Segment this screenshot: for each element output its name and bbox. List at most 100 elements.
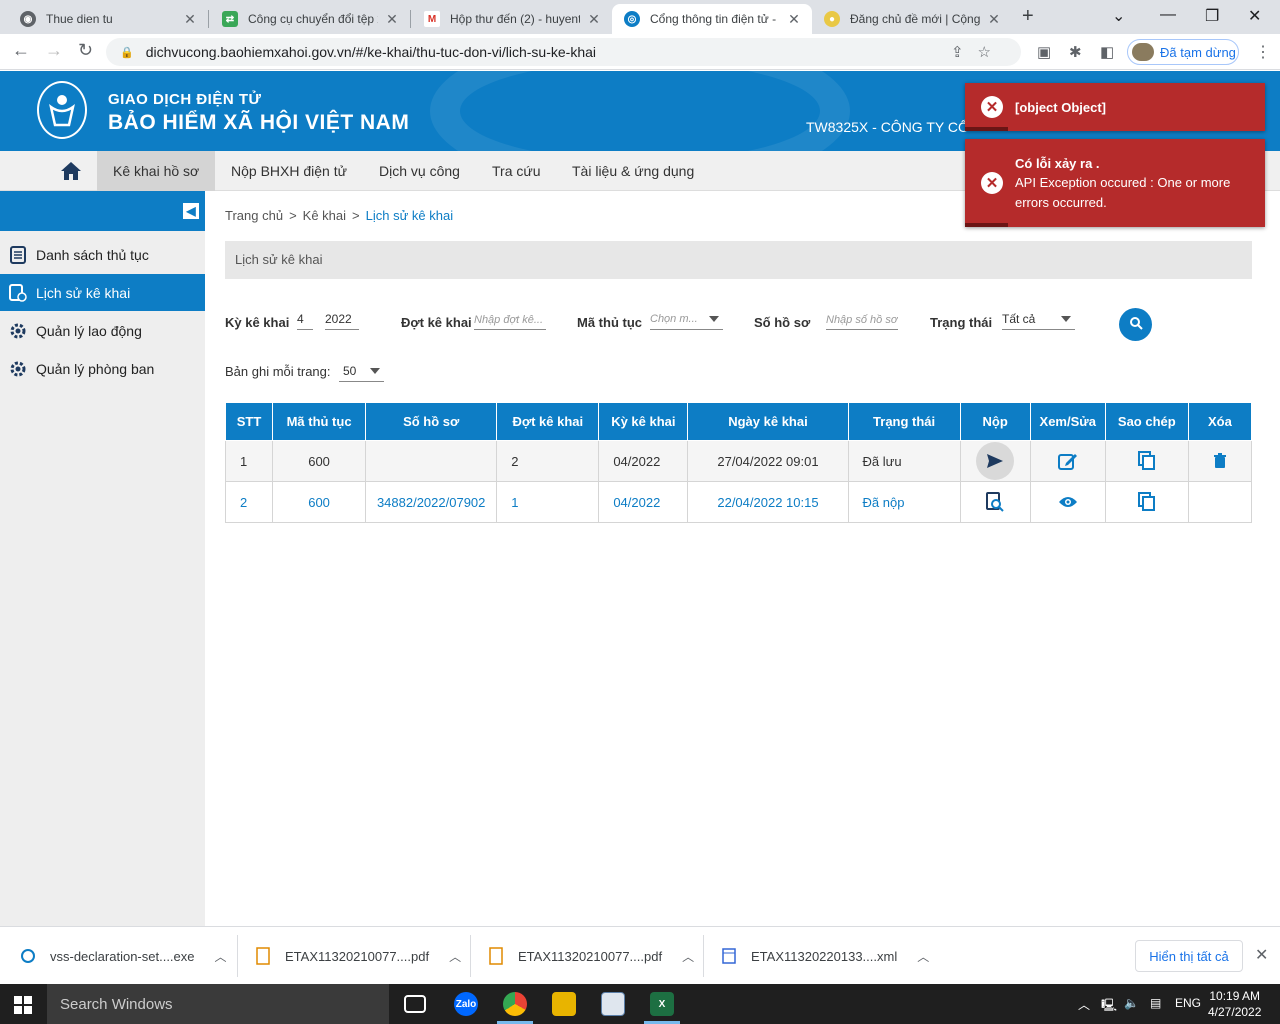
puzzle-extensions-icon[interactable]: ✱ (1069, 43, 1082, 61)
cell-so-ho-so (365, 440, 498, 482)
ky-year-input[interactable] (325, 308, 359, 330)
file-explorer-icon[interactable] (552, 992, 576, 1016)
forward-icon[interactable]: → (45, 40, 63, 61)
eye-icon[interactable] (1049, 483, 1087, 521)
excel-icon[interactable]: X (650, 992, 674, 1016)
browser-tab[interactable]: ⇄ Công cụ chuyển đổi tệp x ✕ (210, 4, 410, 34)
search-button[interactable] (1119, 308, 1152, 341)
per-page-select[interactable]: 50 (339, 360, 384, 382)
taskbar-search[interactable]: Search Windows (47, 984, 389, 1024)
language-indicator[interactable]: ENG (1175, 996, 1201, 1010)
col-trang-thai[interactable]: Trạng thái (847, 402, 961, 441)
close-window-icon[interactable]: ✕ (1248, 6, 1261, 26)
sidebar-item-danh-sach-thu-tuc[interactable]: Danh sách thủ tục (0, 236, 205, 273)
reload-icon[interactable]: ↻ (78, 40, 93, 61)
chevron-up-icon[interactable]: ︿ (449, 948, 461, 965)
trash-icon[interactable] (1201, 442, 1239, 480)
edit-icon[interactable] (1049, 442, 1087, 480)
breadcrumb-home[interactable]: Trang chủ (225, 208, 283, 223)
sidebar-item-lich-su-ke-khai[interactable]: Lịch sử kê khai (0, 274, 205, 311)
back-icon[interactable]: ← (12, 40, 30, 61)
address-bar[interactable]: 🔒 dichvucong.baohiemxahoi.gov.vn/#/ke-kh… (106, 38, 1021, 66)
sidebar-item-quan-ly-phong-ban[interactable]: Quản lý phòng ban (0, 350, 205, 387)
download-bar: vss-declaration-set....exe ︿ ETAX1132021… (0, 926, 1280, 984)
copy-icon[interactable] (1128, 483, 1166, 521)
col-so-ho-so[interactable]: Số hồ sơ (365, 402, 498, 441)
download-item[interactable]: ETAX11320210077....pdf ︿ (255, 927, 461, 985)
download-item[interactable]: vss-declaration-set....exe ︿ (20, 927, 227, 985)
trang-thai-select[interactable]: Tất cả (1002, 308, 1075, 330)
ky-month-input[interactable] (297, 308, 313, 330)
share-icon[interactable]: ⇪ (951, 44, 978, 61)
show-all-downloads-button[interactable]: Hiển thị tất cả (1135, 940, 1243, 972)
so-ho-so-input[interactable] (826, 308, 898, 330)
breadcrumb: Trang chủ > Kê khai > Lịch sử kê khai (225, 208, 454, 223)
ma-thu-tuc-select[interactable]: Chọn m... (650, 308, 723, 330)
col-ky-ke-khai[interactable]: Kỳ kê khai (598, 402, 689, 441)
spreadsheet-app-icon[interactable] (601, 992, 625, 1016)
close-tab-icon[interactable]: ✕ (786, 11, 802, 28)
nav-tra-cuu[interactable]: Tra cứu (476, 151, 557, 191)
home-icon[interactable] (58, 159, 84, 183)
chrome-icon[interactable] (503, 992, 527, 1016)
close-tab-icon[interactable]: ✕ (986, 11, 1002, 28)
download-item[interactable]: ETAX11320220133....xml ︿ (721, 927, 929, 985)
volume-icon[interactable]: 🔈 (1124, 996, 1139, 1010)
table-row[interactable]: 2 600 34882/2022/07902 1 04/2022 22/04/2… (224, 481, 1253, 523)
new-tab-icon[interactable]: + (1022, 5, 1034, 28)
col-dot-ke-khai[interactable]: Đợt kê khai (496, 402, 600, 441)
col-ngay-ke-khai[interactable]: Ngày kê khai (687, 402, 849, 441)
windows-start-icon[interactable] (14, 996, 32, 1017)
notifications-icon[interactable]: ▤ (1150, 996, 1161, 1010)
pdf-file-icon (255, 947, 271, 965)
brand-line2: BẢO HIỂM XÃ HỘI VIỆT NAM (108, 111, 410, 134)
chevron-up-icon[interactable]: ︿ (917, 948, 929, 965)
task-view-icon[interactable] (404, 995, 426, 1013)
cell-so-ho-so[interactable]: 34882/2022/07902 (365, 481, 498, 523)
error-icon: ✕ (981, 96, 1003, 118)
error-toast[interactable]: ✕ [object Object] (965, 83, 1265, 131)
maximize-icon[interactable]: ❐ (1205, 6, 1219, 26)
side-panel-icon[interactable]: ◧ (1100, 43, 1114, 61)
table-row[interactable]: 1 600 2 04/2022 27/04/2022 09:01 Đã lưu (224, 440, 1253, 482)
tray-chevron-up-icon[interactable]: ︿ (1078, 996, 1090, 1013)
dot-ke-khai-label: Đợt kê khai (401, 315, 472, 330)
close-tab-icon[interactable]: ✕ (586, 11, 602, 28)
error-toast[interactable]: ✕ Có lỗi xảy ra . API Exception occured … (965, 139, 1265, 227)
bookmark-star-icon[interactable]: ☆ (978, 44, 1005, 61)
col-stt[interactable]: STT (224, 402, 274, 441)
send-icon[interactable] (976, 442, 1015, 480)
nav-dich-vu-cong[interactable]: Dịch vụ công (363, 151, 476, 191)
browser-tab[interactable]: ● Đăng chủ đề mới | Cộng đ ✕ (812, 4, 1012, 34)
omnibox-actions: ⇪☆ (951, 43, 1005, 61)
extension-icon[interactable]: ▣ (1037, 43, 1051, 61)
minimize-icon[interactable]: — (1160, 6, 1176, 24)
close-tab-icon[interactable]: ✕ (384, 11, 400, 28)
browser-tab[interactable]: M Hộp thư đến (2) - huyentr ✕ (412, 4, 612, 34)
bhxh-logo[interactable] (37, 81, 87, 139)
nav-tai-lieu[interactable]: Tài liệu & ứng dụng (556, 151, 710, 191)
collapse-sidebar-icon[interactable]: ◀ (183, 203, 199, 219)
browser-tab[interactable]: ◉ Thue dien tu ✕ (8, 4, 208, 34)
browser-tab-active[interactable]: ◎ Cổng thông tin điện tử - B ✕ (612, 4, 812, 34)
tab-search-icon[interactable]: ⌄ (1112, 6, 1125, 26)
nav-ke-khai-ho-so[interactable]: Kê khai hồ sơ (97, 151, 216, 191)
close-tab-icon[interactable]: ✕ (182, 11, 198, 28)
chevron-up-icon[interactable]: ︿ (215, 948, 227, 965)
network-icon[interactable]: 🖳 (1101, 996, 1117, 1017)
col-nop: Nộp (959, 402, 1031, 441)
browser-menu-icon[interactable]: ⋮ (1255, 42, 1271, 62)
chevron-up-icon[interactable]: ︿ (682, 948, 694, 965)
dot-ke-khai-input[interactable] (474, 308, 546, 330)
close-download-bar-icon[interactable]: ✕ (1255, 945, 1268, 965)
clock[interactable]: 10:19 AM 4/27/2022 (1208, 988, 1261, 1020)
sidebar-item-quan-ly-lao-dong[interactable]: Quản lý lao động (0, 312, 205, 349)
zalo-icon[interactable]: Zalo (454, 992, 478, 1016)
document-search-icon[interactable] (976, 483, 1014, 521)
nav-nop-bhxh[interactable]: Nộp BHXH điện tử (215, 151, 363, 191)
download-item[interactable]: ETAX11320210077....pdf ︿ (488, 927, 694, 985)
breadcrumb-section[interactable]: Kê khai (303, 208, 346, 223)
profile-button[interactable]: Đã tạm dừng (1127, 39, 1239, 65)
col-ma-thu-tuc[interactable]: Mã thủ tục (272, 402, 367, 441)
copy-icon[interactable] (1128, 442, 1166, 480)
